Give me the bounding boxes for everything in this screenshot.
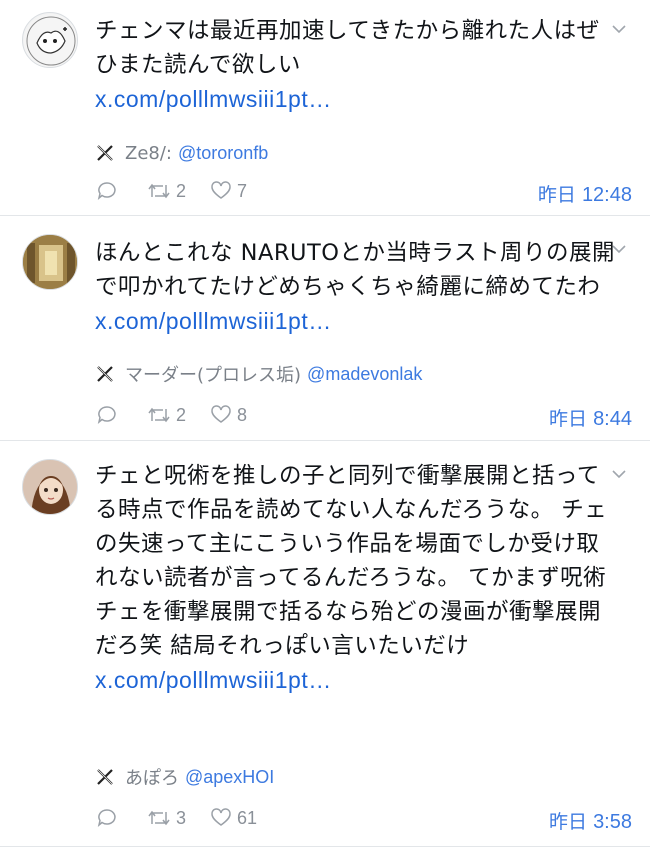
avatar-image — [23, 460, 77, 514]
reply-icon — [97, 182, 116, 200]
tweet-card[interactable]: ほんとこれな NARUTOとか当時ラスト周りの展開で叩かれてたけどめちゃくちゃ綺… — [0, 216, 650, 441]
tweet-source[interactable]: Ze8/: @tororonfb — [95, 141, 268, 165]
like-button[interactable]: 8 — [210, 404, 247, 426]
heart-icon — [211, 808, 231, 826]
tweet-actions: 3 61 — [96, 805, 281, 831]
avatar-image — [24, 14, 77, 67]
retweet-count: 2 — [176, 404, 187, 425]
reply-button[interactable] — [96, 807, 123, 829]
like-count: 7 — [237, 180, 248, 201]
tweet-card[interactable]: チェンマは最近再加速してきたから離れた人はぜひまた読んで欲しい x.com/pol… — [0, 0, 650, 216]
tweet-card[interactable]: チェと呪術を推しの子と同列で衝撃展開と括ってる時点で作品を読めてない人なんだろう… — [0, 441, 650, 847]
x-logo-icon — [97, 145, 113, 161]
retweet-button[interactable]: 2 — [147, 180, 186, 202]
retweet-button[interactable]: 3 — [147, 807, 186, 829]
x-logo-icon — [97, 366, 113, 382]
avatar-image — [23, 235, 77, 289]
author-name: Ze8/: — [125, 142, 172, 164]
tweet-timestamp[interactable]: 昨日 3:58 — [549, 807, 632, 834]
retweet-icon — [148, 407, 170, 423]
tweet-text: チェと呪術を推しの子と同列で衝撃展開と括ってる時点で作品を読めてない人なんだろう… — [95, 463, 608, 693]
retweet-count: 3 — [176, 807, 187, 828]
reply-button[interactable] — [96, 180, 123, 202]
like-count: 61 — [237, 807, 258, 828]
x-logo-icon — [97, 769, 113, 785]
retweet-button[interactable]: 2 — [147, 404, 186, 426]
retweet-icon — [148, 810, 170, 826]
tweet-timestamp[interactable]: 昨日 8:44 — [549, 404, 632, 431]
author-handle[interactable]: @tororonfb — [178, 143, 268, 164]
tweet-link[interactable]: x.com/polllmwsiii1pt… — [95, 667, 332, 693]
tweet-text: ほんとこれな NARUTOとか当時ラスト周りの展開で叩かれてたけどめちゃくちゃ綺… — [95, 240, 615, 334]
author-handle[interactable]: @madevonlak — [307, 364, 422, 385]
avatar[interactable] — [22, 234, 78, 290]
author-name: あぽろ — [125, 768, 179, 789]
like-button[interactable]: 7 — [210, 180, 247, 202]
avatar[interactable] — [22, 459, 78, 515]
tweet-source[interactable]: マーダー(プロレス垢) @madevonlak — [95, 362, 422, 386]
author-name: マーダー(プロレス垢) — [125, 365, 302, 386]
tweet-link[interactable]: x.com/polllmwsiii1pt… — [95, 86, 332, 112]
tweet-text: チェンマは最近再加速してきたから離れた人はぜひまた読んで欲しい x.com/pol… — [95, 18, 600, 112]
tweet-link[interactable]: x.com/polllmwsiii1pt… — [95, 308, 332, 334]
like-count: 8 — [237, 404, 248, 425]
tweet-actions: 2 7 — [96, 178, 271, 204]
avatar[interactable] — [22, 12, 78, 68]
heart-icon — [211, 405, 231, 423]
tweet-actions: 2 8 — [96, 402, 271, 428]
retweet-count: 2 — [176, 180, 187, 201]
heart-icon — [211, 181, 231, 199]
reply-button[interactable] — [96, 404, 123, 426]
retweet-icon — [148, 183, 170, 199]
tweet-source[interactable]: あぽろ @apexHOI — [95, 765, 274, 789]
like-button[interactable]: 61 — [210, 807, 257, 829]
author-handle[interactable]: @apexHOI — [185, 767, 274, 788]
reply-icon — [97, 809, 116, 827]
reply-icon — [97, 406, 116, 424]
tweet-timestamp[interactable]: 昨日 12:48 — [538, 180, 632, 207]
